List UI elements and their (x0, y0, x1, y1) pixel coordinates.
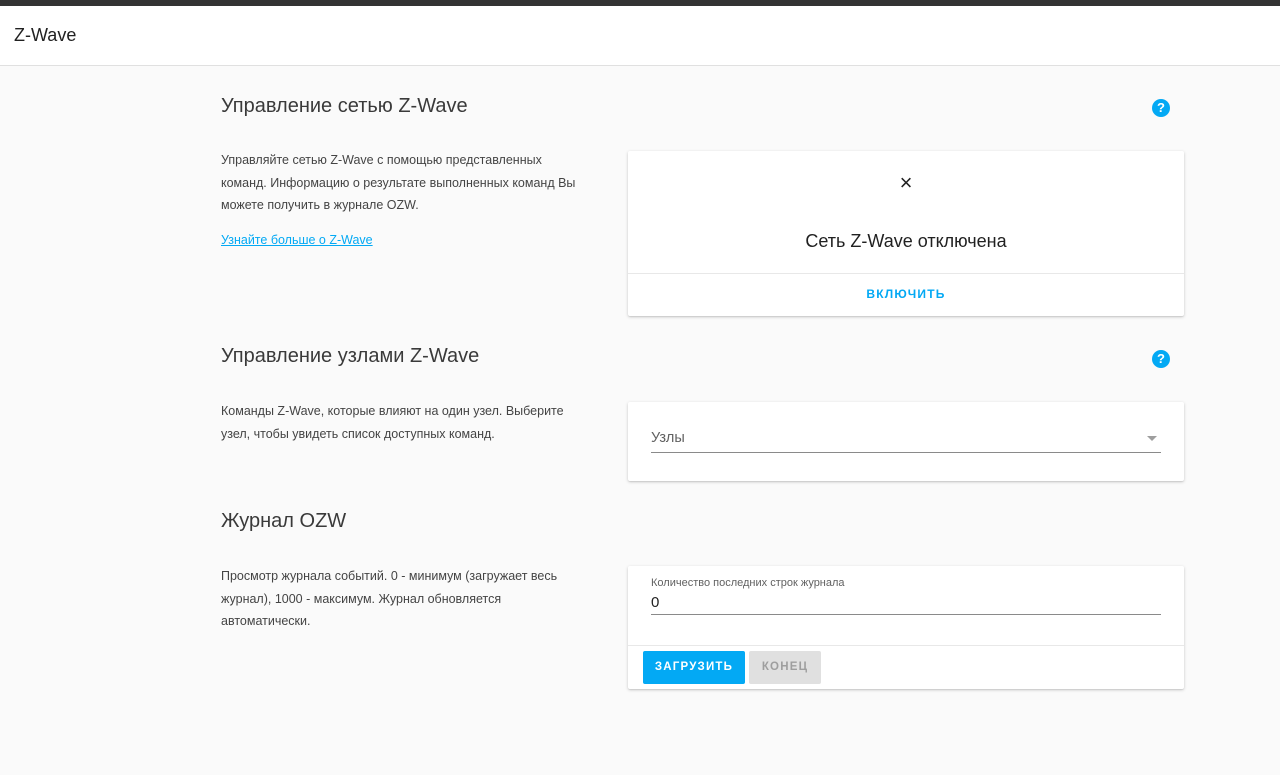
log-section-title: Журнал OZW (221, 510, 347, 532)
log-lines-label: Количество последних строк журнала (651, 577, 845, 589)
end-button[interactable]: КОНЕЦ (749, 651, 821, 684)
network-description: Управляйте сетью Z-Wave с помощью предст… (221, 153, 576, 212)
app-bar: Z-Wave (0, 6, 1280, 66)
network-status: Сеть Z-Wave отключена (805, 231, 1007, 251)
close-icon: × (899, 170, 913, 195)
log-card: Количество последних строк журнала 0 ЗАГ… (628, 566, 1184, 689)
network-card: × Сеть Z-Wave отключена ВКЛЮЧИТЬ (628, 151, 1184, 316)
card-divider (628, 645, 1184, 646)
log-description: Просмотр журнала событий. 0 - минимум (з… (221, 569, 558, 628)
learn-more-link[interactable]: Узнайте больше о Z-Wave (221, 233, 373, 247)
nodes-select[interactable]: Узлы (651, 426, 1161, 453)
card-divider (628, 273, 1184, 274)
nodes-section-title: Управление узлами Z-Wave (221, 345, 480, 367)
network-help-icon[interactable]: ? (1152, 99, 1170, 117)
page-title: Z-Wave (14, 25, 77, 45)
nodes-help-icon[interactable]: ? (1152, 350, 1170, 368)
enable-button[interactable]: ВКЛЮЧИТЬ (628, 287, 1184, 301)
nodes-card: Узлы (628, 402, 1184, 481)
chevron-down-icon (1147, 436, 1157, 441)
nodes-description: Команды Z-Wave, которые влияют на один у… (221, 404, 564, 441)
network-section-title: Управление сетью Z-Wave (221, 95, 468, 117)
load-button[interactable]: ЗАГРУЗИТЬ (643, 651, 745, 684)
nodes-select-label: Узлы (651, 430, 685, 446)
log-lines-input[interactable]: 0 (651, 592, 1161, 615)
